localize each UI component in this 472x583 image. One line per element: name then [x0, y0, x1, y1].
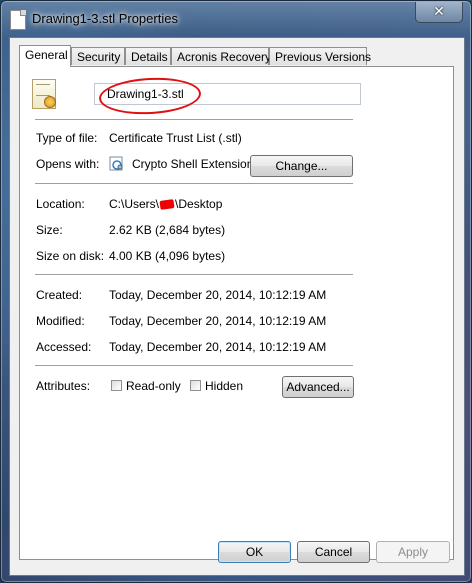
properties-window: Drawing1-3.stl Properties ✕ General Secu… [0, 0, 472, 583]
accessed-label: Accessed: [36, 340, 92, 354]
size-on-disk-label: Size on disk: [36, 249, 105, 263]
type-label: Type of file: [36, 131, 98, 145]
red-annotation-circle [98, 75, 202, 117]
size-value: 2.62 KB (2,684 bytes) [109, 223, 226, 237]
size-label: Size: [36, 223, 63, 237]
advanced-button[interactable]: Advanced... [282, 376, 354, 398]
opens-with-value: Crypto Shell Extensions [132, 157, 260, 171]
location-label: Location: [36, 197, 85, 211]
title-bar[interactable]: Drawing1-3.stl Properties ✕ [1, 1, 471, 37]
tab-details[interactable]: Details [125, 47, 171, 65]
general-panel: Drawing1-3.stl Type of file: Certificate… [19, 66, 454, 560]
separator [35, 183, 353, 185]
document-icon [10, 10, 26, 30]
hidden-label[interactable]: Hidden [205, 379, 243, 393]
readonly-checkbox[interactable] [111, 380, 122, 391]
location-prefix: C:\Users\ [109, 197, 160, 211]
created-value: Today, December 20, 2014, 10:12:19 AM [109, 288, 327, 302]
type-value: Certificate Trust List (.stl) [109, 131, 242, 145]
location-suffix: \Desktop [175, 197, 223, 211]
size-on-disk-value: 4.00 KB (4,096 bytes) [109, 249, 226, 263]
tab-acronis-recovery[interactable]: Acronis Recovery [171, 47, 271, 65]
close-button[interactable]: ✕ [415, 2, 463, 23]
modified-value: Today, December 20, 2014, 10:12:19 AM [109, 314, 327, 328]
change-button[interactable]: Change... [250, 155, 353, 177]
window-title: Drawing1-3.stl Properties [32, 11, 178, 26]
ok-button[interactable]: OK [218, 541, 291, 563]
tab-general[interactable]: General [19, 45, 71, 67]
created-label: Created: [36, 288, 83, 302]
redacted-username [159, 199, 175, 211]
modified-label: Modified: [36, 314, 85, 328]
separator [35, 274, 353, 276]
location-value: C:\Users\ \Desktop [109, 197, 222, 211]
crypto-shell-icon [109, 156, 123, 171]
opens-with-label: Opens with: [36, 157, 100, 171]
dialog-client: General Security Details Acronis Recover… [9, 37, 465, 576]
readonly-label[interactable]: Read-only [126, 379, 181, 393]
apply-button[interactable]: Apply [376, 541, 450, 563]
tab-security[interactable]: Security [71, 47, 125, 65]
certificate-icon [32, 79, 56, 109]
attributes-label: Attributes: [36, 379, 91, 393]
separator [35, 365, 353, 367]
separator [35, 119, 353, 121]
hidden-checkbox[interactable] [190, 380, 201, 391]
tab-previous-versions[interactable]: Previous Versions [269, 47, 371, 65]
accessed-value: Today, December 20, 2014, 10:12:19 AM [109, 340, 327, 354]
cancel-button[interactable]: Cancel [297, 541, 370, 563]
